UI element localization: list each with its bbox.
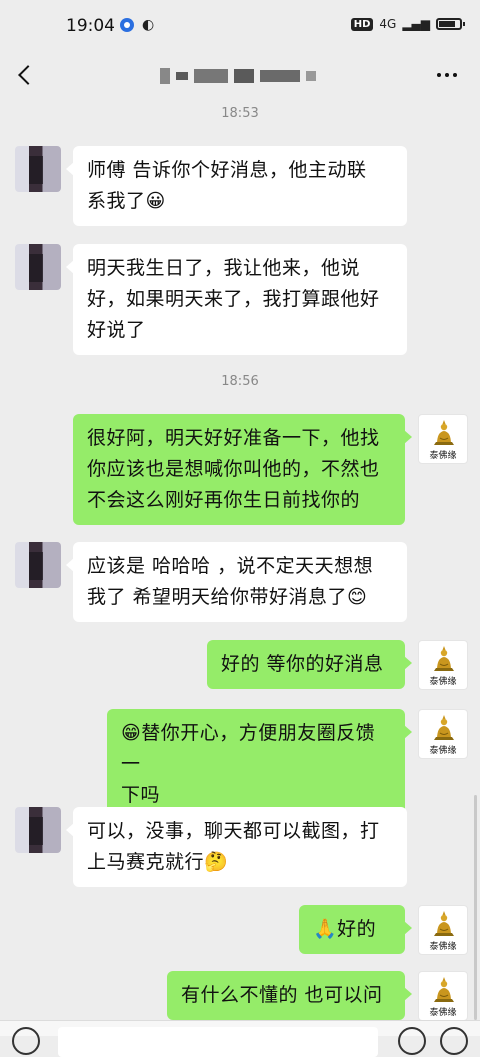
- avatar-caption: 泰佛缘: [429, 942, 457, 952]
- scrollbar[interactable]: [474, 795, 477, 1020]
- wechat-notification-icon: ◐: [142, 17, 155, 33]
- my-avatar[interactable]: 泰佛缘: [418, 640, 468, 690]
- my-avatar[interactable]: 泰佛缘: [418, 971, 468, 1020]
- message-line: 🙏好的: [313, 918, 377, 940]
- message-line: 😁替你开心，方便朋友圈反馈一: [121, 722, 376, 775]
- buddha-icon: [434, 715, 454, 740]
- outgoing-message-bubble[interactable]: 很好阿，明天好好准备一下，他找 你应该也是想喊你叫他的，不然也 不会这么刚好再你生日…: [73, 414, 412, 525]
- incoming-message-bubble[interactable]: 师傅 告诉你个好消息，他主动联 系我了😀: [66, 146, 407, 226]
- status-time: 19:04: [66, 16, 115, 36]
- outgoing-message-bubble[interactable]: 有什么不懂的 也可以问: [167, 971, 412, 1020]
- avatar-caption: 泰佛缘: [429, 677, 457, 687]
- avatar-caption: 泰佛缘: [429, 451, 457, 461]
- outgoing-message-bubble[interactable]: 好的 等你的好消息: [207, 640, 412, 689]
- back-icon[interactable]: [12, 60, 40, 90]
- message-line: 系我了😀: [87, 190, 166, 212]
- incoming-message-bubble[interactable]: 明天我生日了，我让他来，他说 好，如果明天来了，我打算跟他好 好说了: [66, 244, 407, 355]
- message-input[interactable]: [58, 1027, 378, 1057]
- buddha-icon: [434, 977, 454, 1002]
- buddha-icon: [434, 911, 454, 936]
- signal-icon: 4G: [379, 17, 397, 31]
- input-bar: [0, 1020, 480, 1057]
- chat-scroll-area[interactable]: 18:53 师傅 告诉你个好消息，他主动联 系我了😀 明天我生日了，我让他来，他说 好，…: [0, 100, 480, 1020]
- hd-icon: HD: [350, 17, 374, 31]
- message-line: 不会这么刚好再你生日前找你的: [87, 489, 361, 511]
- status-right: HD 4G ▂▄▆: [350, 17, 465, 31]
- battery-icon: [436, 18, 465, 30]
- message-timestamp: 18:53: [221, 106, 259, 121]
- buddha-icon: [434, 646, 454, 671]
- app-notification-icon: [120, 18, 134, 32]
- contact-avatar[interactable]: [15, 807, 61, 853]
- contact-avatar[interactable]: [15, 146, 61, 192]
- my-avatar[interactable]: 泰佛缘: [418, 709, 468, 759]
- avatar-caption: 泰佛缘: [429, 746, 457, 756]
- outgoing-message-bubble[interactable]: 😁替你开心，方便朋友圈反馈一 下吗: [107, 709, 412, 820]
- avatar-caption: 泰佛缘: [429, 1008, 457, 1018]
- status-bar: 19:04 ◐ HD 4G ▂▄▆: [0, 0, 480, 50]
- message-line: 好说了: [87, 319, 146, 341]
- message-line: 我了 希望明天给你带好消息了😊: [87, 586, 368, 608]
- outgoing-message-bubble[interactable]: 🙏好的: [299, 905, 412, 954]
- contact-avatar[interactable]: [15, 542, 61, 588]
- message-line: 你应该也是想喊你叫他的，不然也: [87, 458, 380, 480]
- my-avatar[interactable]: 泰佛缘: [418, 414, 468, 464]
- message-line: 很好阿，明天好好准备一下，他找: [87, 427, 380, 449]
- message-line: 好的 等你的好消息: [221, 653, 384, 675]
- buddha-icon: [434, 420, 454, 445]
- message-line: 有什么不懂的 也可以问: [181, 984, 383, 1006]
- my-avatar[interactable]: 泰佛缘: [418, 905, 468, 955]
- message-timestamp: 18:56: [221, 374, 259, 389]
- message-line: 可以，没事，聊天都可以截图，打: [87, 820, 380, 842]
- signal-bars-icon: ▂▄▆: [402, 17, 430, 31]
- incoming-message-bubble[interactable]: 可以，没事，聊天都可以截图，打 上马赛克就行🤔: [66, 807, 407, 887]
- message-line: 明天我生日了，我让他来，他说: [87, 257, 361, 279]
- chat-header: [0, 50, 480, 100]
- message-line: 上马赛克就行🤔: [87, 851, 229, 873]
- plus-icon[interactable]: [440, 1027, 468, 1055]
- message-line: 师傅 告诉你个好消息，他主动联: [87, 159, 367, 181]
- message-line: 好，如果明天来了，我打算跟他好: [87, 288, 380, 310]
- incoming-message-bubble[interactable]: 应该是 哈哈哈 ，说不定天天想想 我了 希望明天给你带好消息了😊: [66, 542, 407, 622]
- message-line: 应该是 哈哈哈 ，说不定天天想想: [87, 555, 374, 577]
- more-dots-icon[interactable]: [432, 64, 462, 86]
- chat-title-mosaic: [160, 68, 330, 84]
- notification-icons: ◐: [120, 18, 154, 32]
- emoji-icon[interactable]: [398, 1027, 426, 1055]
- voice-icon[interactable]: [12, 1027, 40, 1055]
- contact-avatar[interactable]: [15, 244, 61, 290]
